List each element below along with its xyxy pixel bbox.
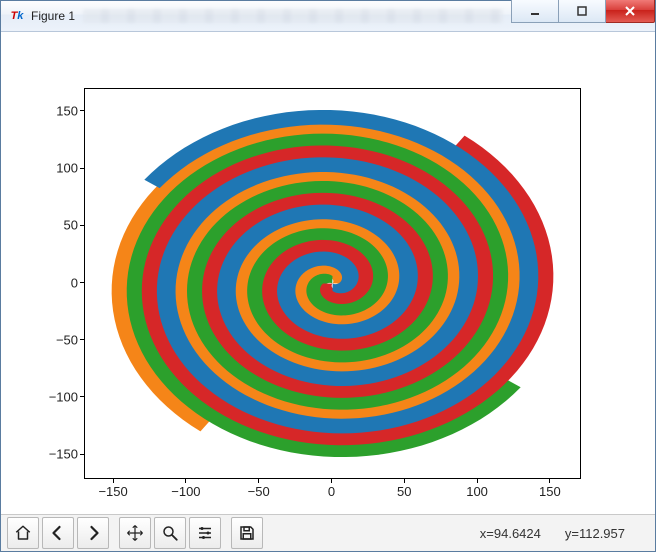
save-button[interactable] (231, 517, 263, 549)
xtick-label: −100 (166, 484, 206, 499)
cursor-status: x=94.6424 y=112.957 (480, 526, 649, 541)
xtick-label: 150 (530, 484, 570, 499)
axes (84, 88, 581, 479)
ytick-label: 150 (8, 103, 78, 118)
plot-canvas[interactable]: −150 −100 −50 0 50 100 150 −150 −100 −50 0 50 100 150 (1, 32, 655, 514)
window-buttons (511, 1, 655, 31)
zoom-button[interactable] (154, 517, 186, 549)
configure-button[interactable] (189, 517, 221, 549)
matplotlib-toolbar: x=94.6424 y=112.957 (1, 514, 655, 551)
xtick-label: 100 (457, 484, 497, 499)
ytick-label: −50 (8, 332, 78, 347)
xtick-label: 0 (312, 484, 352, 499)
titlebar[interactable]: Tk Figure 1 (1, 1, 655, 32)
titlebar-blur (83, 9, 503, 23)
ytick-label: 0 (8, 275, 78, 290)
close-button[interactable] (606, 0, 655, 23)
window-title: Figure 1 (31, 9, 75, 23)
xtick-label: −50 (239, 484, 279, 499)
pan-button[interactable] (119, 517, 151, 549)
back-button[interactable] (42, 517, 74, 549)
tk-icon: Tk (9, 8, 25, 24)
home-button[interactable] (7, 517, 39, 549)
ytick-label: 100 (8, 161, 78, 176)
ytick-label: −100 (8, 389, 78, 404)
xtick-label: −150 (93, 484, 133, 499)
ytick-label: −150 (8, 447, 78, 462)
status-y: y=112.957 (565, 526, 625, 541)
xtick-label: 50 (384, 484, 424, 499)
maximize-button[interactable] (559, 0, 606, 23)
ytick-label: 50 (8, 218, 78, 233)
status-x: x=94.6424 (480, 526, 541, 541)
spiral-plot (85, 89, 580, 478)
figure-window: Tk Figure 1 −150 −100 −50 0 50 100 150 −150 −100… (0, 0, 656, 552)
forward-button[interactable] (77, 517, 109, 549)
minimize-button[interactable] (511, 0, 559, 23)
